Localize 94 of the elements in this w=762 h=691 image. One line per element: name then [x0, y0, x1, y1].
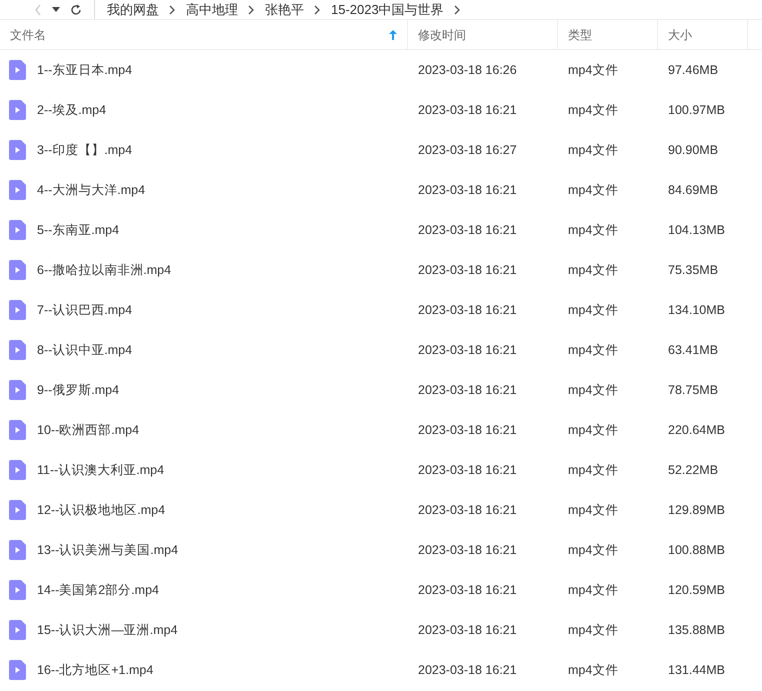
file-size: 90.90MB: [668, 142, 718, 157]
modified-time: 2023-03-18 16:26: [418, 62, 517, 77]
file-name[interactable]: 16--北方地区+1.mp4: [37, 660, 154, 680]
modified-time: 2023-03-18 16:21: [418, 582, 517, 597]
file-type: mp4文件: [568, 342, 618, 357]
modified-time: 2023-03-18 16:21: [418, 462, 517, 477]
column-header[interactable]: 类型: [558, 20, 658, 49]
video-file-icon: [9, 220, 26, 240]
refresh-icon[interactable]: [70, 4, 82, 16]
file-type: mp4文件: [568, 422, 618, 437]
file-name[interactable]: 8--认识中亚.mp4: [37, 340, 132, 360]
breadcrumb-link[interactable]: 15-2023中国与世界: [331, 0, 444, 18]
video-file-icon: [9, 580, 26, 600]
file-size: 75.35MB: [668, 262, 718, 277]
video-file-icon: [9, 380, 26, 400]
file-name[interactable]: 4--大洲与大洋.mp4: [37, 180, 146, 200]
video-file-icon: [9, 340, 26, 360]
file-size: 100.88MB: [668, 542, 725, 557]
modified-time: 2023-03-18 16:21: [418, 302, 517, 317]
modified-time: 2023-03-18 16:21: [418, 662, 517, 677]
file-name[interactable]: 11--认识澳大利亚.mp4: [37, 460, 164, 480]
modified-time: 2023-03-18 16:21: [418, 382, 517, 397]
file-type: mp4文件: [568, 582, 618, 597]
file-name[interactable]: 3--印度【】.mp4: [37, 140, 132, 160]
file-name[interactable]: 9--俄罗斯.mp4: [37, 380, 120, 400]
file-name[interactable]: 14--美国第2部分.mp4: [37, 580, 159, 600]
modified-time: 2023-03-18 16:21: [418, 182, 517, 197]
file-size: 135.88MB: [668, 622, 725, 637]
file-size: 100.97MB: [668, 102, 725, 117]
modified-time: 2023-03-18 16:21: [418, 102, 517, 117]
file-size: 220.64MB: [668, 422, 725, 437]
file-type: mp4文件: [568, 222, 618, 237]
video-file-icon: [9, 60, 26, 80]
file-type: mp4文件: [568, 542, 618, 557]
file-type: mp4文件: [568, 662, 618, 677]
file-size: 84.69MB: [668, 182, 718, 197]
video-file-icon: [9, 660, 26, 680]
file-type: mp4文件: [568, 302, 618, 317]
file-size: 131.44MB: [668, 662, 725, 677]
file-name[interactable]: 10--欧洲西部.mp4: [37, 420, 140, 440]
file-size: 120.59MB: [668, 582, 725, 597]
breadcrumb-link[interactable]: 高中地理: [186, 0, 238, 18]
video-file-icon: [9, 540, 26, 560]
file-type: mp4文件: [568, 62, 618, 77]
file-size: 104.13MB: [668, 222, 725, 237]
caret-icon[interactable]: [52, 6, 60, 12]
file-size: 78.75MB: [668, 382, 718, 397]
modified-time: 2023-03-18 16:21: [418, 422, 517, 437]
chevron-icon: [314, 4, 321, 14]
video-file-icon: [9, 300, 26, 320]
file-type: mp4文件: [568, 382, 618, 397]
modified-time: 2023-03-18 16:21: [418, 222, 517, 237]
breadcrumb-link[interactable]: 我的网盘: [107, 0, 159, 18]
file-name[interactable]: 13--认识美洲与美国.mp4: [37, 540, 178, 560]
video-file-icon: [9, 420, 26, 440]
file-name[interactable]: 12--认识极地地区.mp4: [37, 500, 166, 520]
column-header[interactable]: 修改时间: [408, 20, 558, 49]
file-type: mp4文件: [568, 462, 618, 477]
file-size: 134.10MB: [668, 302, 725, 317]
video-file-icon: [9, 140, 26, 160]
modified-time: 2023-03-18 16:21: [418, 542, 517, 557]
chevron-icon: [248, 4, 255, 14]
video-file-icon: [9, 260, 26, 280]
file-size: 63.41MB: [668, 342, 718, 357]
modified-time: 2023-03-18 16:27: [418, 142, 517, 157]
video-file-icon: [9, 100, 26, 120]
column-header[interactable]: 大小: [658, 20, 748, 49]
file-name[interactable]: 2--埃及.mp4: [37, 100, 106, 120]
modified-time: 2023-03-18 16:21: [418, 342, 517, 357]
column-header[interactable]: 文件名: [0, 20, 408, 49]
file-size: 129.89MB: [668, 502, 725, 517]
file-name[interactable]: 7--认识巴西.mp4: [37, 300, 132, 320]
file-type: mp4文件: [568, 182, 618, 197]
video-file-icon: [9, 500, 26, 520]
file-name[interactable]: 5--东南亚.mp4: [37, 220, 120, 240]
file-type: mp4文件: [568, 502, 618, 517]
file-type: mp4文件: [568, 102, 618, 117]
file-type: mp4文件: [568, 622, 618, 637]
chevron-icon: [169, 4, 176, 14]
modified-time: 2023-03-18 16:21: [418, 622, 517, 637]
file-size: 97.46MB: [668, 62, 718, 77]
modified-time: 2023-03-18 16:21: [418, 262, 517, 277]
file-name[interactable]: 1--东亚日本.mp4: [37, 60, 132, 80]
file-name[interactable]: 6--撒哈拉以南非洲.mp4: [37, 260, 172, 280]
file-type: mp4文件: [568, 262, 618, 277]
file-size: 52.22MB: [668, 462, 718, 477]
modified-time: 2023-03-18 16:21: [418, 502, 517, 517]
chevron-icon: [454, 4, 461, 14]
video-file-icon: [9, 180, 26, 200]
breadcrumb-link[interactable]: 张艳平: [265, 0, 304, 18]
video-file-icon: [9, 620, 26, 640]
file-name[interactable]: 15--认识大洲—亚洲.mp4: [37, 620, 178, 640]
file-type: mp4文件: [568, 142, 618, 157]
video-file-icon: [9, 460, 26, 480]
